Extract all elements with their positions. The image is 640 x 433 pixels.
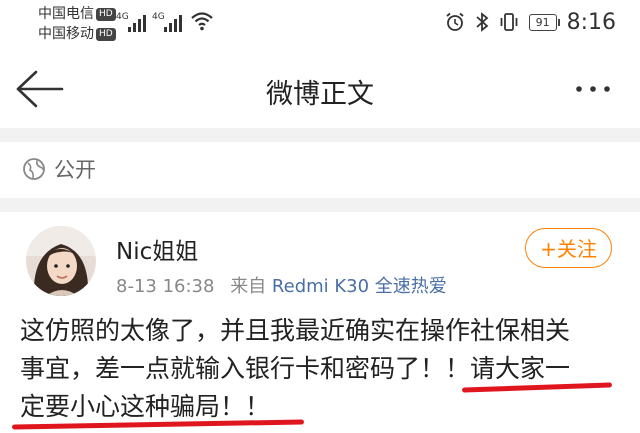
more-dots-icon xyxy=(576,86,610,92)
carrier-2-label: 中国移动 xyxy=(38,26,94,42)
visibility-indicator: 公开 xyxy=(22,154,96,184)
vibrate-icon xyxy=(500,13,517,31)
post-date: 8-13 16:38 xyxy=(116,276,215,297)
section-divider xyxy=(0,198,640,212)
post-text-line: 定要小心这种骗局！！ xyxy=(20,392,271,421)
visibility-label: 公开 xyxy=(54,158,96,182)
network-type-2: 4G xyxy=(152,12,165,22)
page-title: 微博正文 xyxy=(266,79,374,110)
avatar[interactable] xyxy=(26,226,96,296)
status-bar: 中国电信 HD 中国移动 HD 4G 4G 91 8:16 xyxy=(0,0,640,50)
source-prefix: 来自 xyxy=(230,276,267,297)
signal-icon xyxy=(164,14,186,32)
post-meta: 8-13 16:38 来自 Redmi K30 全速热爱 xyxy=(116,272,447,298)
bluetooth-icon xyxy=(475,12,488,32)
post-source[interactable]: Redmi K30 全速热爱 xyxy=(272,276,447,297)
signal-icon xyxy=(128,14,150,32)
more-button[interactable] xyxy=(572,78,614,100)
status-time: 8:16 xyxy=(566,9,616,35)
section-divider xyxy=(0,128,640,142)
wifi-icon xyxy=(191,12,213,31)
battery-icon: 91 xyxy=(528,13,560,31)
follow-button[interactable]: +关注 xyxy=(525,228,612,268)
hd-badge: HD xyxy=(96,8,116,21)
post-text-line: 事宜，差一点就输入银行卡和密码了！！请大家一 xyxy=(20,354,571,383)
alarm-icon xyxy=(446,12,464,31)
username[interactable]: Nic姐姐 xyxy=(116,232,198,266)
post-text: 这仿照的太像了，并且我最近确实在操作社保相关 事宜，差一点就输入银行卡和密码了！… xyxy=(20,312,630,426)
post-text-line: 这仿照的太像了，并且我最近确实在操作社保相关 xyxy=(20,316,571,345)
network-type-1: 4G xyxy=(116,12,129,22)
user-photo xyxy=(26,226,96,296)
nav-bar: 微博正文 xyxy=(0,50,640,128)
battery-level: 91 xyxy=(535,15,550,29)
globe-icon xyxy=(23,158,45,180)
carrier-1-label: 中国电信 xyxy=(38,6,94,22)
hd-badge: HD xyxy=(96,28,116,41)
